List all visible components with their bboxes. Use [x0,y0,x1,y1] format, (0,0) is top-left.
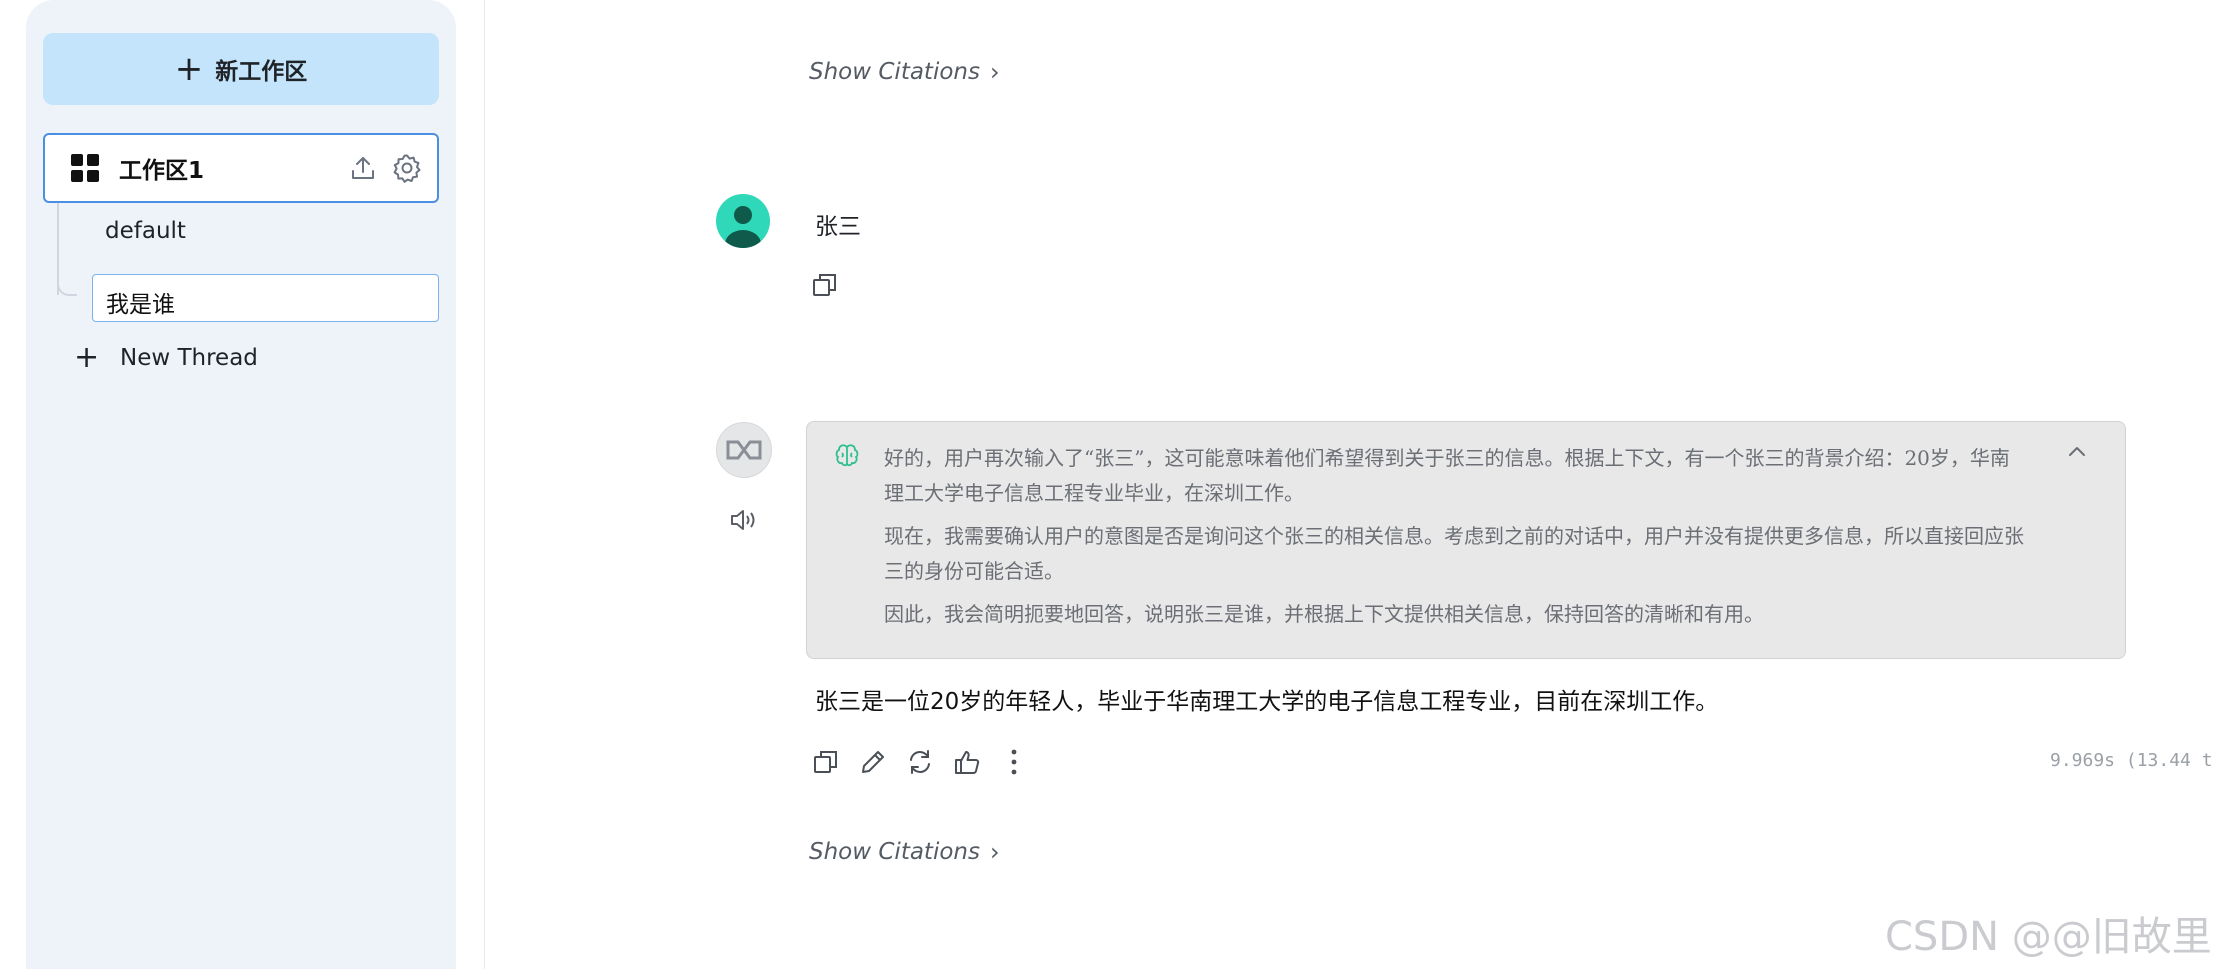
chevron-right-icon: › [989,58,1000,86]
tree-connector-elbow [57,276,77,296]
thinking-panel: 好的，用户再次输入了“张三”，这可能意味着他们希望得到关于张三的信息。根据上下文… [806,421,2126,659]
assistant-avatar [716,422,772,478]
upload-icon[interactable] [347,152,379,184]
plus-icon: + [174,49,204,89]
new-thread-button[interactable]: + New Thread [74,343,258,373]
sidebar-region: + 新工作区 工作区1 default 我是谁 + New Thread [0,0,485,969]
regenerate-icon[interactable] [904,746,936,778]
user-avatar [716,194,770,248]
edit-pencil-icon[interactable] [857,746,889,778]
workspace-name: 工作区1 [119,158,205,184]
new-workspace-label: 新工作区 [215,59,308,85]
new-workspace-button[interactable]: + 新工作区 [43,33,439,105]
copy-icon[interactable] [810,746,842,778]
more-options-icon[interactable] [998,746,1030,778]
thinking-paragraph: 好的，用户再次输入了“张三”，这可能意味着他们希望得到关于张三的信息。根据上下文… [884,446,2010,505]
show-citations-label: Show Citations [809,59,980,85]
brain-icon [833,442,861,470]
sidebar: + 新工作区 工作区1 default 我是谁 + New Thread [26,0,456,969]
show-citations-button[interactable]: Show Citations › [809,58,1000,86]
copy-icon[interactable] [811,271,839,299]
thumbs-up-icon[interactable] [951,746,983,778]
watermark: CSDN @@旧故里 [1885,914,2212,960]
workspace-item[interactable]: 工作区1 [43,133,439,203]
message-actions [810,746,1045,778]
thread-item-default[interactable]: default [105,218,186,244]
thinking-paragraph: 现在，我需要确认用户的意图是否是询问这个张三的相关信息。考虑到之前的对话中，用户… [884,524,2024,583]
show-citations-button[interactable]: Show Citations › [809,838,1000,866]
user-message-text: 张三 [815,214,861,240]
thinking-paragraph: 因此，我会简明扼要地回答，说明张三是谁，并根据上下文提供相关信息，保持回答的清晰… [884,602,1764,626]
show-citations-label: Show Citations [809,839,980,865]
plus-icon: + [74,340,100,375]
thinking-content: 好的，用户再次输入了“张三”，这可能意味着他们希望得到关于张三的信息。根据上下文… [884,441,2029,640]
response-timing: 9.969s (13.44 t [2050,750,2213,771]
assistant-answer: 张三是一位20岁的年轻人，毕业于华南理工大学的电子信息工程专业，目前在深圳工作。 [815,689,1719,715]
chevron-up-icon[interactable] [2065,442,2089,462]
speaker-icon[interactable] [729,506,759,534]
chevron-right-icon: › [989,838,1000,866]
new-thread-label: New Thread [120,345,258,371]
gear-icon[interactable] [391,152,423,184]
grid-icon [71,154,99,182]
thread-item-active[interactable]: 我是谁 [92,274,439,322]
